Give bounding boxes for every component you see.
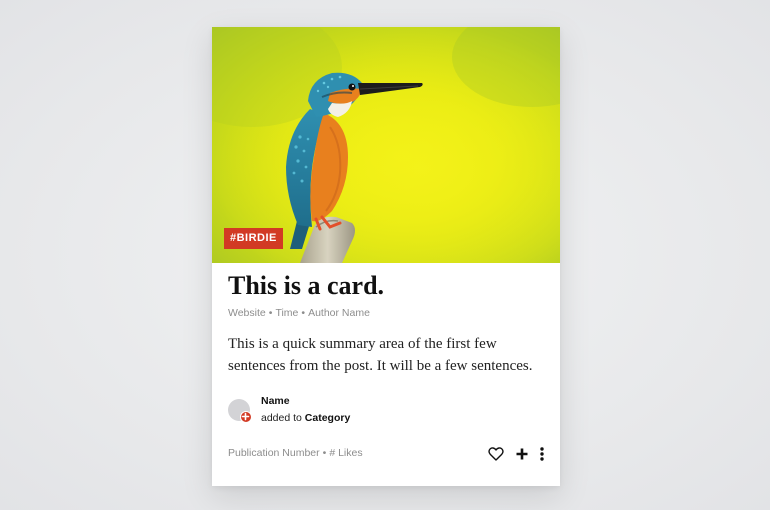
card-actions	[488, 445, 548, 465]
activity-description: added to Category	[261, 412, 350, 424]
footer-meta: Publication Number • # Likes	[228, 447, 363, 459]
meta-author[interactable]: Author Name	[308, 307, 370, 319]
activity-action: added to	[261, 412, 302, 424]
like-button[interactable]	[488, 445, 506, 465]
card-summary: This is a quick summary area of the firs…	[228, 336, 533, 374]
activity-row: Name added to Category	[228, 393, 548, 433]
meta-time: Time	[275, 307, 299, 319]
hero-image[interactable]: #BIRDIE	[212, 27, 560, 263]
likes-count: # Likes	[329, 447, 363, 459]
avatar[interactable]	[228, 399, 252, 423]
activity-category[interactable]: Category	[305, 412, 351, 424]
card-footer: Publication Number • # Likes	[228, 445, 548, 465]
post-card[interactable]: #BIRDIE This is a card. Website • Time • Aut…	[212, 27, 560, 486]
publication-number[interactable]: Publication Number	[228, 447, 320, 459]
page-background: #BIRDIE This is a card. Website • Time • Aut…	[0, 0, 770, 510]
hashtag-badge[interactable]: #BIRDIE	[224, 228, 283, 249]
more-options-button[interactable]	[536, 445, 548, 465]
card-meta: Website • Time • Author Name	[228, 307, 370, 319]
footer-separator: •	[322, 447, 327, 459]
card-title[interactable]: This is a card.	[228, 271, 384, 301]
add-button[interactable]	[514, 445, 532, 465]
meta-separator: •	[301, 307, 306, 319]
meta-website[interactable]: Website	[228, 307, 266, 319]
plus-circle-icon	[240, 411, 252, 423]
meta-separator: •	[268, 307, 273, 319]
activity-user-name[interactable]: Name	[261, 395, 290, 407]
